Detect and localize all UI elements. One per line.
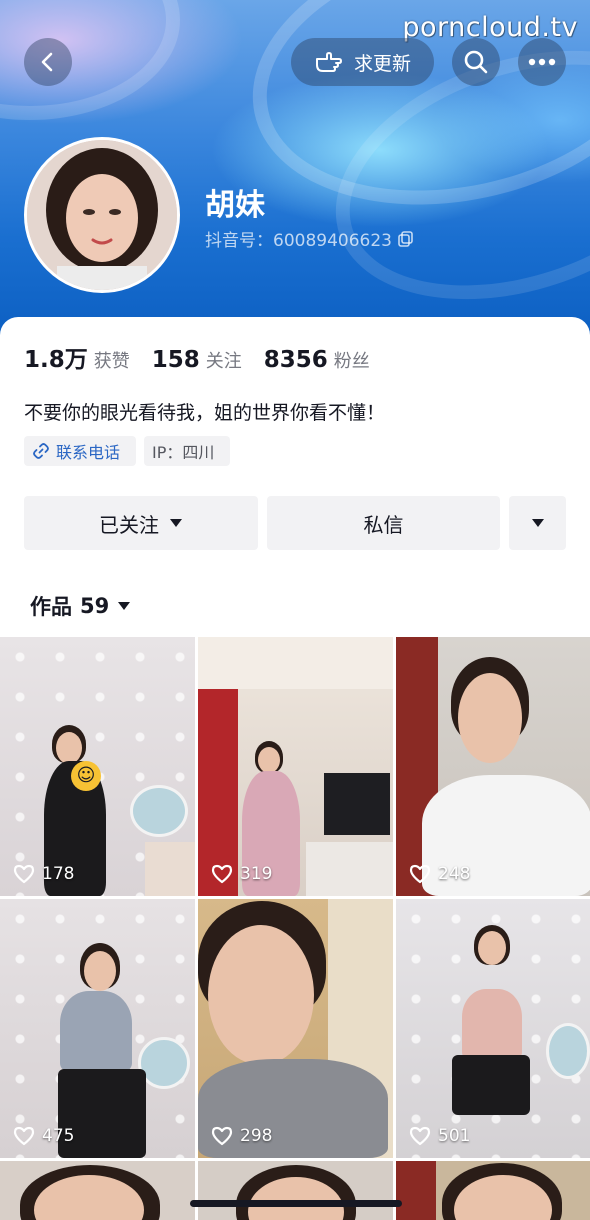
video-likes: 319 [211, 864, 272, 884]
video-likes-count: 178 [42, 864, 75, 884]
ip-location-tag: IP：四川 [144, 436, 230, 466]
video-thumbnail[interactable]: 319 [198, 637, 393, 896]
video-likes-count: 298 [240, 1126, 273, 1146]
avatar-portrait-image [27, 140, 177, 290]
video-likes-count: 475 [42, 1126, 75, 1146]
stat-likes[interactable]: 1.8万 获赞 [24, 340, 130, 374]
home-indicator[interactable] [190, 1200, 402, 1207]
request-update-button[interactable]: 求更新 [291, 38, 434, 86]
video-likes: 475 [13, 1126, 74, 1146]
douyin-id-text: 抖音号：60089406623 [205, 231, 392, 251]
back-button[interactable] [24, 38, 72, 86]
link-icon [33, 443, 49, 459]
watermark-text: porncloud.tv [402, 12, 578, 43]
profile-stats: 1.8万 获赞 158 关注 8356 粉丝 [24, 340, 370, 374]
video-likes: 501 [409, 1126, 470, 1146]
video-likes: 178 [13, 864, 74, 884]
douyin-id[interactable]: 抖音号：60089406623 [205, 226, 414, 251]
contact-phone-label: 联系电话 [56, 443, 121, 462]
more-button[interactable] [518, 38, 566, 86]
video-thumbnail[interactable]: 475 [0, 899, 195, 1158]
followed-label: 已关注 [99, 512, 159, 537]
stat-likes-label: 获赞 [93, 351, 130, 372]
stat-following-number: 158 [151, 347, 200, 373]
video-likes: 248 [409, 864, 470, 884]
heart-icon [409, 864, 431, 884]
video-thumbnail[interactable]: ☺ 178 [0, 637, 195, 896]
video-likes-count: 501 [438, 1126, 471, 1146]
stat-likes-number: 1.8万 [24, 347, 88, 373]
copy-icon[interactable] [398, 230, 414, 247]
video-thumbnail[interactable] [396, 1161, 590, 1220]
video-thumbnail[interactable] [198, 1161, 393, 1220]
nickname: 胡妹 [205, 188, 265, 223]
heart-icon [211, 864, 233, 884]
recommend-dropdown-button[interactable] [509, 496, 566, 550]
video-likes-count: 248 [438, 864, 471, 884]
avatar[interactable] [24, 137, 180, 293]
pointing-hand-icon [315, 52, 342, 72]
emoji-sticker: ☺ [71, 761, 101, 791]
stat-followers[interactable]: 8356 粉丝 [264, 347, 370, 373]
caret-down-icon [531, 519, 544, 527]
search-button[interactable] [452, 38, 500, 86]
video-likes-count: 319 [240, 864, 273, 884]
bio-text: 不要你的眼光看待我，姐的世界你看不懂！ [24, 402, 386, 424]
video-thumbnail[interactable] [0, 1161, 195, 1220]
back-arrow-icon [41, 52, 53, 72]
tab-works[interactable]: 作品 59 [30, 591, 131, 621]
video-thumbnail[interactable]: 248 [396, 637, 590, 896]
video-thumbnail[interactable]: 501 [396, 899, 590, 1158]
ip-location-label: IP：四川 [152, 443, 215, 462]
search-icon [464, 50, 488, 74]
video-thumbnail[interactable]: 298 [198, 899, 393, 1158]
contact-phone-tag[interactable]: 联系电话 [24, 436, 136, 466]
request-update-label: 求更新 [353, 52, 411, 75]
heart-icon [13, 1126, 35, 1146]
followed-button[interactable]: 已关注 [24, 496, 258, 550]
stat-following[interactable]: 158 关注 [152, 347, 242, 373]
stat-followers-number: 8356 [263, 347, 328, 373]
stat-following-label: 关注 [205, 351, 242, 372]
heart-icon [409, 1126, 431, 1146]
message-label: 私信 [363, 512, 404, 537]
caret-down-icon [170, 519, 182, 527]
more-dots-icon [528, 58, 556, 66]
works-tab-label: 作品 [30, 595, 72, 619]
heart-icon [211, 1126, 233, 1146]
video-likes: 298 [211, 1126, 272, 1146]
heart-icon [13, 864, 35, 884]
works-tab-count: 59 [80, 594, 110, 618]
message-button[interactable]: 私信 [267, 496, 500, 550]
stat-followers-label: 粉丝 [333, 351, 370, 372]
caret-down-icon [118, 602, 131, 610]
